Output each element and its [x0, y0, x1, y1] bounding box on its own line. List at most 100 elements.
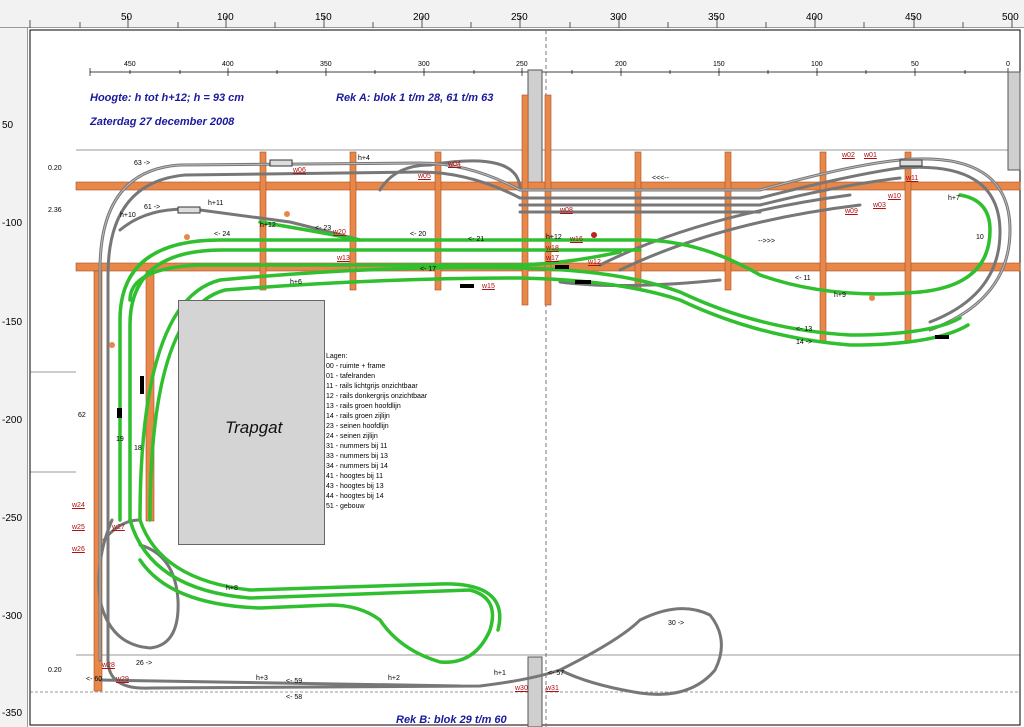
switch-label: w31 [546, 685, 559, 692]
stairwell-label: Trapgat [225, 418, 283, 437]
switch-label: w02 [842, 152, 855, 159]
legend-item: 00 - ruimte + frame [326, 363, 386, 370]
legend-item: 43 - hoogtes bij 13 [326, 483, 384, 490]
block-label: 10 [976, 234, 984, 241]
pillar [527, 656, 543, 727]
legend-item: 01 - tafelranden [326, 373, 376, 380]
block-label: <- 24 [214, 231, 231, 238]
height-label: h+11 [208, 200, 224, 207]
inner-scale-label: 50 [911, 61, 919, 68]
switch-label: w13 [337, 255, 350, 262]
signal [284, 211, 290, 217]
frame-beam [521, 94, 529, 306]
frame-beam [634, 151, 642, 291]
height-label: h+9 [834, 292, 846, 299]
switch-label: w09 [845, 208, 858, 215]
inner-scale-label: 300 [418, 61, 430, 68]
height-label: h+2 [388, 675, 400, 682]
signal [869, 295, 875, 301]
switch-label: w20 [333, 229, 346, 236]
block-label: 30 -> [668, 620, 685, 627]
switch-label: w04 [448, 161, 461, 168]
train-car [177, 206, 201, 214]
inner-scale-label: 150 [713, 61, 725, 68]
height-label: h+1 [494, 670, 506, 677]
legend-item: 44 - hoogtes bij 14 [326, 493, 384, 500]
legend-item: 51 - gebouw [326, 503, 365, 510]
signal [555, 265, 569, 269]
switch-label: w08 [560, 207, 573, 214]
block-label: <- 57 [548, 670, 565, 677]
inner-scale-label: 250 [516, 61, 528, 68]
signal [140, 376, 144, 394]
side-mark: 0.20 [48, 165, 62, 172]
inner-scale-label: 0 [1006, 61, 1010, 68]
block-label: 62 [78, 412, 86, 419]
track-plan-drawing: 450 400 350 300 250 200 150 100 50 0 [29, 29, 1021, 727]
height-label: h+4 [358, 155, 370, 162]
side-mark: 0.20 [48, 667, 62, 674]
inner-scale-label: 100 [811, 61, 823, 68]
switch-label: w18 [546, 245, 559, 252]
layer-legend: Lagen: 00 - ruimte + frame 01 - tafelran… [326, 352, 427, 512]
inner-scale-label: 350 [320, 61, 332, 68]
inner-scale-label: 400 [222, 61, 234, 68]
legend-item: 33 - nummers bij 13 [326, 453, 388, 460]
block-label: <- 60 [86, 676, 103, 683]
switch-label: w16 [570, 236, 583, 243]
pillar [527, 69, 543, 191]
height-label: h+7 [948, 195, 960, 202]
signal [109, 342, 115, 348]
switch-label: w27 [112, 524, 125, 531]
direction-label: -->>> [758, 238, 775, 245]
block-label: 63 -> [134, 160, 151, 167]
rek-b-note: Rek B: blok 29 t/m 60 [396, 714, 507, 726]
block-label: <- 13 [796, 326, 813, 333]
inner-scale-label: 450 [124, 61, 136, 68]
signal [117, 408, 122, 418]
legend-item: 23 - seinen hoofdlijn [326, 423, 389, 430]
switch-label: w17 [546, 255, 559, 262]
switch-label: w11 [906, 175, 919, 182]
legend-item: 41 - hoogtes bij 11 [326, 473, 384, 480]
switch-label: w26 [72, 546, 85, 553]
side-mark: 2.36 [48, 207, 62, 214]
legend-item: 31 - nummers bij 11 [326, 443, 388, 450]
switch-label: w30 [515, 685, 528, 692]
block-label: 61 -> [144, 204, 161, 211]
signal [591, 232, 597, 238]
rek-a-note: Rek A: blok 1 t/m 28, 61 t/m 63 [336, 92, 494, 104]
switch-label: w15 [482, 283, 495, 290]
stairwell-area: Trapgat [178, 300, 325, 545]
switch-label: w03 [873, 202, 886, 209]
switch-label: w29 [116, 676, 129, 683]
block-label: <- 21 [468, 236, 485, 243]
frame-beam [544, 94, 552, 306]
legend-item: 14 - rails groen zijlijn [326, 413, 390, 420]
pillar [1007, 71, 1021, 171]
inner-scale-label: 200 [615, 61, 627, 68]
date-note: Zaterdag 27 december 2008 [90, 116, 235, 128]
block-label: <- 17 [420, 266, 437, 273]
switch-label: w12 [588, 259, 601, 266]
legend-item: 24 - seinen zijlijn [326, 433, 378, 440]
switch-label: w10 [888, 193, 901, 200]
height-note: Hoogte: h tot h+12; h = 93 cm [90, 92, 245, 104]
signal [460, 284, 474, 288]
train-car [269, 159, 293, 167]
frame-beam [724, 151, 732, 291]
signal [935, 335, 949, 339]
legend-title: Lagen: [326, 353, 348, 360]
height-label: h+12 [260, 222, 276, 229]
legend-item: 13 - rails groen hoofdlijn [326, 403, 401, 410]
block-label: 14 -> [796, 339, 813, 346]
switch-label: w01 [864, 152, 877, 159]
height-label: h+3 [256, 675, 268, 682]
block-label: <- 11 [795, 275, 811, 282]
block-label: 18 [134, 445, 142, 452]
block-label: <- 23 [315, 225, 332, 232]
switch-label: w24 [72, 502, 85, 509]
block-label: <- 20 [410, 231, 427, 238]
signal [184, 234, 190, 240]
switch-label: w25 [72, 524, 85, 531]
